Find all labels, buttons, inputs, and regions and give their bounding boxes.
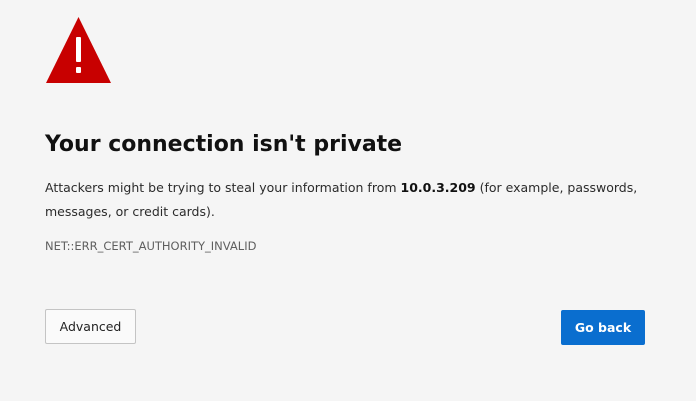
error-code: NET::ERR_CERT_AUTHORITY_INVALID (45, 239, 257, 253)
go-back-button[interactable]: Go back (561, 310, 645, 345)
error-message: Attackers might be trying to steal your … (45, 176, 645, 224)
host-address: 10.0.3.209 (400, 180, 476, 195)
advanced-button[interactable]: Advanced (45, 309, 136, 344)
warning-icon (46, 17, 111, 83)
message-prefix: Attackers might be trying to steal your … (45, 180, 401, 195)
page-title: Your connection isn't private (45, 132, 403, 157)
